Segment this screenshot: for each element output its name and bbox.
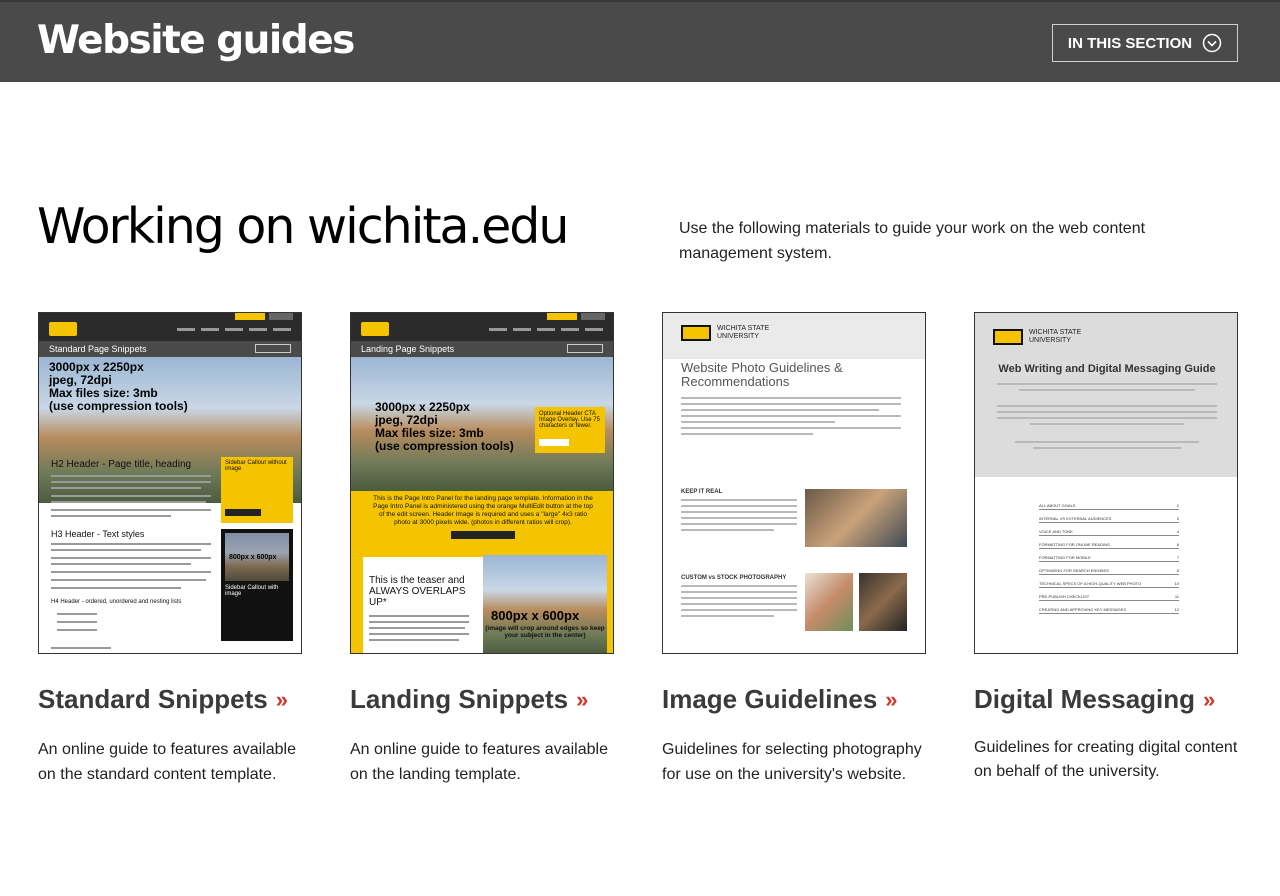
wsu-logo-icon	[361, 322, 389, 336]
thumb-h3: H3 Header - Text styles	[51, 529, 145, 539]
stock-photo	[805, 573, 853, 631]
site-title[interactable]: Website guides	[37, 18, 355, 63]
wsu-logo-icon	[681, 325, 711, 341]
toc-item: CREATING AND APPROVING KEY MESSAGES 12	[1039, 601, 1179, 614]
toc-item: TECHNICAL SPECS OF A HIGH-QUALITY WEB PH…	[1039, 575, 1179, 588]
toc-item: FORMATTING FOR ONLINE READING 6	[1039, 536, 1179, 549]
in-this-section-label: IN THIS SECTION	[1067, 34, 1193, 52]
custom-photo	[859, 573, 907, 631]
chevron-double-right-icon: »	[885, 686, 897, 712]
guide-card-digital-messaging: WICHITA STATE UNIVERSITY Web Writing and…	[974, 312, 1238, 780]
standard-snippets-thumbnail[interactable]: Standard Page Snippets 3000px x 2250px j…	[38, 312, 302, 654]
wsu-logo-icon	[993, 329, 1023, 345]
toc-item: INTERNAL VS EXTERNAL AUDIENCES 3	[1039, 510, 1179, 523]
wsu-logo-icon	[49, 322, 77, 336]
sidebar-callout: Sidebar Callout without image	[221, 457, 293, 523]
doc-title: Website Photo Guidelines & Recommendatio…	[681, 360, 843, 389]
in-this-section-button[interactable]: IN THIS SECTION	[1052, 24, 1238, 62]
page-intro: Use the following materials to guide you…	[679, 220, 1146, 262]
guide-card-image-guidelines: WICHITA STATE UNIVERSITY Website Photo G…	[662, 312, 926, 783]
thumb-nav-bar	[39, 313, 301, 341]
image-guidelines-link[interactable]: Image Guidelines »	[662, 684, 898, 715]
chevron-double-right-icon: »	[576, 686, 588, 712]
guide-card-standard-snippets: Standard Page Snippets 3000px x 2250px j…	[38, 312, 302, 783]
thumb-h2: H2 Header - Page title, heading	[51, 459, 192, 470]
toc-item: ALL ABOUT GOALS 2	[1039, 497, 1179, 510]
toc-item: VOICE AND TONE 4	[1039, 523, 1179, 536]
thumb-section-label: Standard Page Snippets	[49, 344, 147, 354]
image-guidelines-description: Guidelines for selecting photography for…	[662, 741, 922, 783]
digital-messaging-description: Guidelines for creating digital content …	[974, 739, 1238, 780]
landing-snippets-link[interactable]: Landing Snippets »	[350, 684, 588, 715]
image-guidelines-thumbnail[interactable]: WICHITA STATE UNIVERSITY Website Photo G…	[662, 312, 926, 654]
digital-messaging-link[interactable]: Digital Messaging »	[974, 684, 1215, 715]
thumb-image-spec: 3000px x 2250px jpeg, 72dpi Max files si…	[49, 360, 188, 413]
digital-messaging-thumbnail[interactable]: WICHITA STATE UNIVERSITY Web Writing and…	[974, 312, 1238, 654]
thumb-h4: H4 Header - ordered, unordered and nesti…	[51, 599, 182, 605]
standard-snippets-description: An online guide to features available on…	[38, 741, 296, 783]
landing-snippets-description: An online guide to features available on…	[350, 741, 608, 783]
students-photo	[805, 489, 907, 547]
chevron-double-right-icon: »	[1203, 686, 1215, 712]
guide-card-landing-snippets: Landing Page Snippets 3000px x 2250px jp…	[350, 312, 614, 783]
toc-item: PRE-PUBLISH CHECKLIST 11	[1039, 588, 1179, 601]
chevron-double-right-icon: »	[275, 686, 288, 712]
site-header: Website guides IN THIS SECTION	[0, 0, 1280, 82]
toc-item: FORMATTING FOR MOBILE 7	[1039, 549, 1179, 562]
chevron-down-icon	[1202, 33, 1222, 53]
landing-snippets-thumbnail[interactable]: Landing Page Snippets 3000px x 2250px jp…	[350, 312, 614, 654]
table-of-contents: ALL ABOUT GOALS 2 INTERNAL VS EXTERNAL AUD…	[1039, 497, 1179, 614]
standard-snippets-link[interactable]: Standard Snippets »	[38, 684, 288, 715]
page-heading: Working on wichita.edu	[37, 198, 569, 255]
toc-item: OPTIMIZING FOR SEARCH ENGINES 8	[1039, 562, 1179, 575]
